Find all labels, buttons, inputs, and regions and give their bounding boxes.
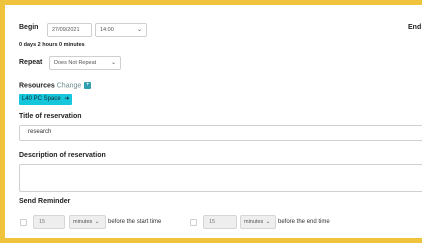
begin-label: Begin: [19, 24, 39, 31]
end-label: End: [408, 24, 422, 31]
change-resources-link[interactable]: Change: [57, 82, 82, 89]
plus-icon[interactable]: +: [84, 82, 92, 89]
sign-in-arrow-icon: ➜: [64, 96, 70, 102]
chevron-down-icon: ⌄: [265, 219, 271, 225]
reminder-start-value: 15: [39, 219, 46, 225]
chevron-down-icon: ⌄: [136, 27, 142, 33]
repeat-value: Does Not Repeat: [54, 60, 97, 66]
description-textarea[interactable]: [19, 164, 422, 192]
repeat-select[interactable]: Does Not Repeat ⌄: [49, 56, 121, 70]
duration-text: 0 days 2 hours 0 minutes: [19, 42, 85, 48]
resources-header: Resources Change +: [19, 82, 92, 90]
reminder-start-unit: minutes: [73, 219, 93, 225]
reminder-start-checkbox[interactable]: [20, 219, 27, 226]
reminder-end-unit: minutes: [244, 219, 264, 225]
reminder-label: Send Reminder: [19, 198, 71, 205]
begin-date-value: 27/09/2021: [52, 27, 80, 33]
chevron-down-icon: ⌄: [94, 219, 100, 225]
reminder-start-text: before the start time: [108, 219, 162, 225]
description-label: Description of reservation: [19, 152, 106, 159]
resources-label: Resources: [19, 82, 55, 90]
begin-date-input[interactable]: 27/09/2021: [47, 23, 92, 37]
begin-time-select[interactable]: 14:00 ⌄: [95, 23, 147, 37]
reminder-start-value-input[interactable]: 15: [33, 215, 65, 229]
reminder-end-checkbox[interactable]: [190, 219, 197, 226]
resource-name: L40 PC Space: [22, 96, 61, 102]
reminder-end-value: 15: [209, 219, 216, 225]
chevron-down-icon: ⌄: [110, 60, 116, 66]
reminder-end-value-input[interactable]: 15: [203, 215, 237, 229]
title-input[interactable]: research: [19, 125, 422, 141]
title-value: research: [28, 129, 52, 135]
reminder-start-unit-select[interactable]: minutes ⌄: [69, 215, 106, 229]
begin-time-value: 14:00: [100, 27, 114, 33]
resource-badge[interactable]: L40 PC Space ➜: [19, 94, 73, 105]
repeat-label: Repeat: [19, 59, 43, 66]
reminder-end-text: before the end time: [278, 219, 330, 225]
title-label: Title of reservation: [19, 113, 82, 120]
reminder-end-unit-select[interactable]: minutes ⌄: [240, 215, 276, 229]
